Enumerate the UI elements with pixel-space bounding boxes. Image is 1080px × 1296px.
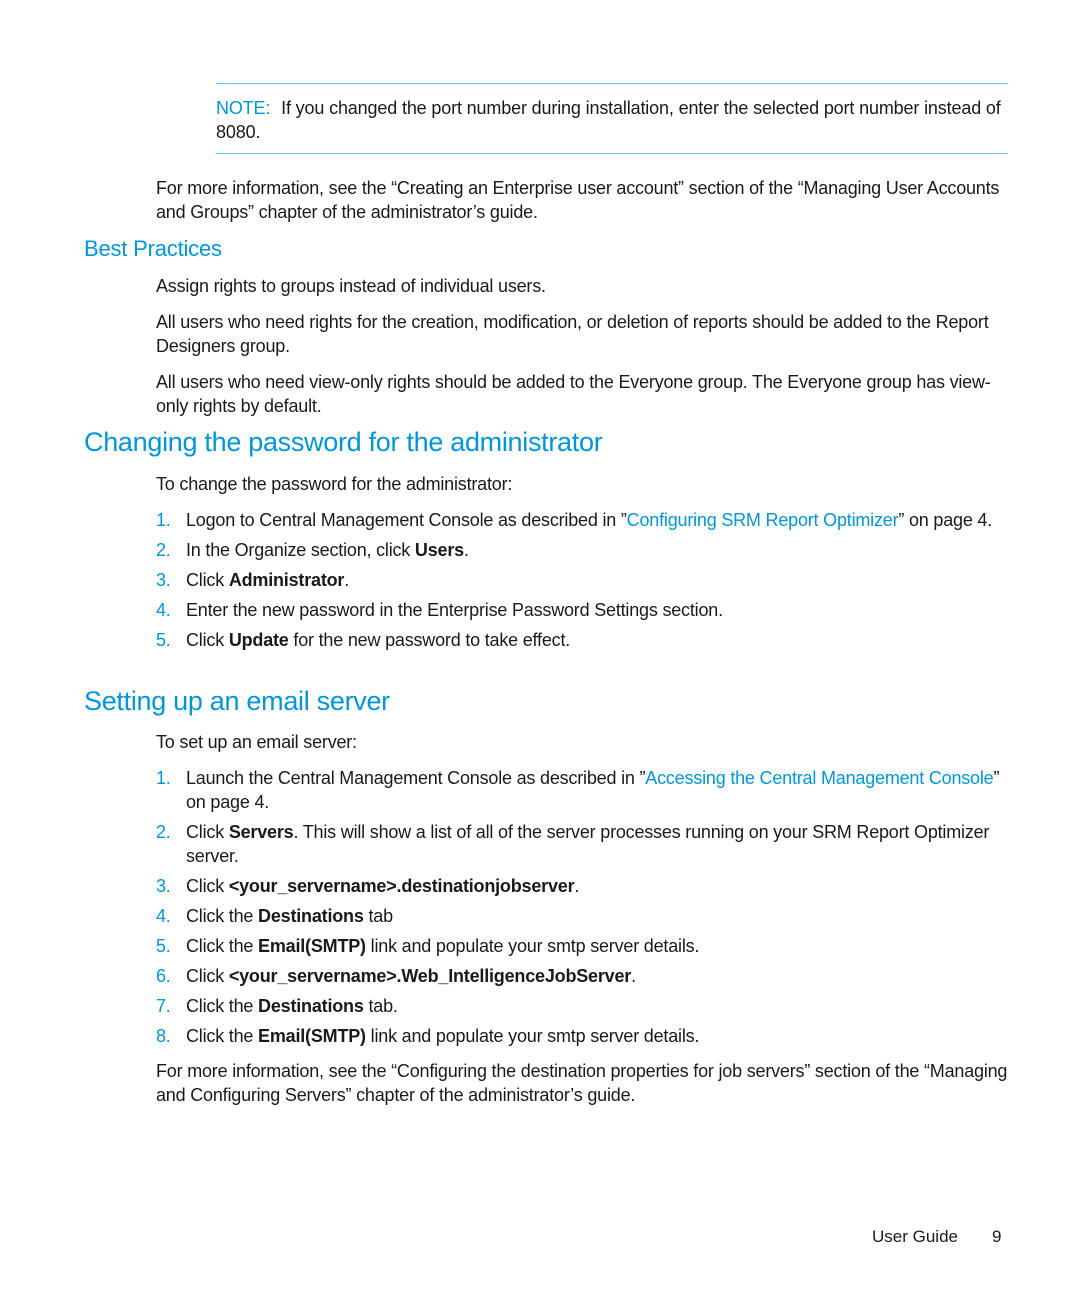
step-text: Click	[186, 630, 229, 650]
step-text-suffix: .	[463, 540, 469, 560]
note-text: If you changed the port number during in…	[216, 98, 1001, 142]
step-item: 6. Click <your_servername>.Web_Intellige…	[156, 964, 1016, 988]
change-password-heading: Changing the password for the administra…	[84, 427, 603, 457]
step-text-suffix: tab.	[363, 996, 398, 1016]
step-number: 4.	[156, 600, 171, 620]
step-text-suffix: tab	[363, 906, 393, 926]
step-text: Click the	[186, 936, 259, 956]
change-password-intro: To change the password for the administr…	[156, 474, 513, 494]
step-number: 2.	[156, 822, 171, 842]
step-item: 5. Click Update for the new password to …	[156, 628, 1016, 652]
accessing-cmc-link[interactable]: Accessing the Central Management Console	[645, 768, 993, 788]
email-server-intro: To set up an email server:	[156, 732, 357, 752]
step-text: Enter the new password in the Enterprise…	[186, 600, 723, 620]
email-server-more-info: For more information, see the “Configuri…	[156, 1061, 1008, 1105]
step-item: 2. Click Servers. This will show a list …	[156, 820, 1016, 868]
step-bold: Servers	[228, 822, 294, 842]
step-bold: Users	[414, 540, 464, 560]
step-text-suffix: ” on page 4.	[898, 510, 993, 530]
intro-more-info: For more information, see the “Creating …	[156, 178, 1000, 222]
best-practices-heading: Best Practices	[84, 236, 222, 261]
step-item: 5. Click the Email(SMTP) link and popula…	[156, 934, 1016, 958]
configuring-srm-link[interactable]: Configuring SRM Report Optimizer	[627, 510, 899, 530]
step-number: 4.	[156, 906, 171, 926]
best-practice-paragraph: Assign rights to groups instead of indiv…	[156, 276, 546, 296]
best-practice-paragraph: All users who need view-only rights shou…	[156, 372, 991, 416]
step-bold: <your_servername>.Web_IntelligenceJobSer…	[228, 966, 632, 986]
step-item: 1. Logon to Central Management Console a…	[156, 508, 1016, 532]
step-text: Click	[186, 570, 229, 590]
step-bold: Destinations	[258, 996, 364, 1016]
step-number: 7.	[156, 996, 171, 1016]
step-text: Click	[186, 876, 229, 896]
step-number: 2.	[156, 540, 171, 560]
step-text-suffix: . This will show a list of all of the se…	[186, 822, 990, 866]
email-server-heading: Setting up an email server	[84, 686, 390, 716]
page-number: 9	[991, 1227, 1002, 1246]
step-item: 4. Enter the new password in the Enterpr…	[156, 598, 1016, 622]
step-text-suffix: link and populate your smtp server detai…	[365, 936, 700, 956]
step-text: Click the	[186, 906, 259, 926]
step-number: 5.	[156, 630, 171, 650]
step-text: Click	[186, 822, 229, 842]
step-text: In the Organize section, click	[186, 540, 415, 560]
step-item: 3. Click Administrator.	[156, 568, 1016, 592]
step-bold: Update	[228, 630, 289, 650]
step-number: 5.	[156, 936, 171, 956]
step-text-suffix: .	[574, 876, 580, 896]
step-bold: Administrator	[228, 570, 345, 590]
step-item: 2. In the Organize section, click Users.	[156, 538, 1016, 562]
step-number: 8.	[156, 1026, 171, 1046]
step-number: 3.	[156, 570, 171, 590]
step-item: 8. Click the Email(SMTP) link and popula…	[156, 1024, 1016, 1048]
step-item: 3. Click <your_servername>.destinationjo…	[156, 874, 1016, 898]
step-bold: <your_servername>.destinationjobserver	[228, 876, 575, 896]
note-box: NOTE: If you changed the port number dur…	[216, 83, 1008, 154]
step-text: Click the	[186, 1026, 259, 1046]
page-footer: User Guide 9	[872, 1227, 1001, 1247]
step-number: 3.	[156, 876, 171, 896]
step-text-suffix: .	[631, 966, 636, 986]
step-number: 1.	[156, 768, 171, 788]
step-text-suffix: for the new password to take effect.	[288, 630, 571, 650]
step-bold: Email(SMTP)	[258, 1026, 366, 1046]
step-item: 7. Click the Destinations tab.	[156, 994, 1016, 1018]
step-bold: Destinations	[258, 906, 364, 926]
step-text-suffix: .	[344, 570, 350, 590]
step-text-suffix: link and populate your smtp server detai…	[365, 1026, 700, 1046]
footer-label: User Guide	[872, 1227, 958, 1246]
step-number: 1.	[156, 510, 171, 530]
step-item: 4. Click the Destinations tab	[156, 904, 1016, 928]
step-text: Logon to Central Management Console as d…	[186, 510, 627, 530]
change-password-steps: 1. Logon to Central Management Console a…	[156, 508, 1016, 652]
note-label: NOTE:	[216, 98, 271, 118]
step-bold: Email(SMTP)	[258, 936, 366, 956]
step-item: 1. Launch the Central Management Console…	[156, 766, 1016, 814]
step-text: Click the	[186, 996, 259, 1016]
best-practice-paragraph: All users who need rights for the creati…	[156, 312, 989, 356]
email-server-steps: 1. Launch the Central Management Console…	[156, 766, 1016, 1048]
step-text: Click	[186, 966, 229, 986]
step-text: Launch the Central Management Console as…	[186, 768, 646, 788]
document-page: NOTE: If you changed the port number dur…	[0, 0, 1080, 1296]
step-number: 6.	[156, 966, 171, 986]
